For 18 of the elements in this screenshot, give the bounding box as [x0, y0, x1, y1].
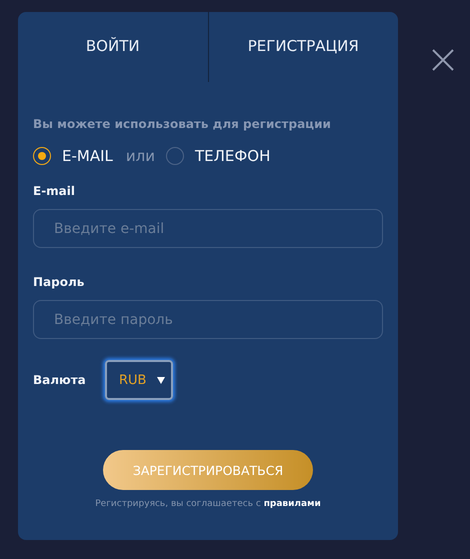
tab[interactable]: РЕГИСТРАЦИЯ: [208, 12, 398, 82]
option-label[interactable]: ТЕЛЕФОН: [194, 147, 270, 165]
hint-text: Вы можете использовать для регистрации: [33, 117, 332, 133]
radio-button[interactable]: [33, 147, 51, 165]
currency-select[interactable]: RUB: [105, 360, 173, 400]
caret-icon: [157, 376, 165, 384]
currency-label: Валюта: [33, 373, 87, 387]
input-field[interactable]: Введите e-mail: [33, 209, 383, 248]
option-label[interactable]: E-MAIL: [62, 147, 113, 165]
separator-text: или: [126, 147, 155, 165]
radio-button[interactable]: [166, 147, 184, 165]
field-label: E-mail: [33, 184, 76, 200]
close-icon[interactable]: [432, 49, 454, 71]
terms-text: Регистрируясь, вы соглашаетесь с: [95, 499, 261, 509]
field-label: Пароль: [33, 275, 86, 291]
rules-link[interactable]: правилами: [264, 499, 321, 509]
tab[interactable]: ВОЙТИ: [18, 12, 208, 82]
input-field[interactable]: Введите пароль: [33, 300, 383, 339]
